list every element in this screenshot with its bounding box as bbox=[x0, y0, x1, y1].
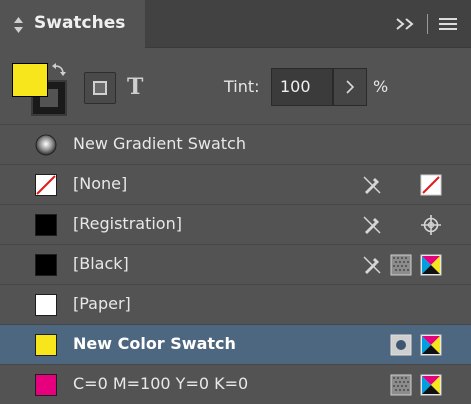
container-icon bbox=[93, 81, 107, 95]
swatch-label: [Paper] bbox=[73, 294, 131, 313]
tab-underline-mask bbox=[0, 47, 145, 48]
swatch-chip bbox=[35, 214, 57, 236]
swatch-row-selected[interactable]: New Color Swatch bbox=[0, 324, 471, 364]
swatch-label: C=0 M=100 Y=0 K=0 bbox=[73, 374, 249, 393]
tint-input[interactable]: 100 bbox=[271, 68, 333, 106]
swap-fill-stroke-icon[interactable] bbox=[52, 62, 68, 78]
formatting-affects-container-button[interactable] bbox=[84, 72, 116, 104]
swatch-label: [Black] bbox=[73, 254, 129, 273]
swatch-chip bbox=[35, 294, 57, 316]
swatch-row[interactable]: [Black] bbox=[0, 244, 471, 284]
panel-menu-icon[interactable] bbox=[437, 14, 459, 34]
no-edit-icon bbox=[363, 216, 381, 234]
swatch-row[interactable]: [Paper] bbox=[0, 284, 471, 324]
fill-swatch[interactable] bbox=[12, 63, 48, 97]
swatch-chip bbox=[35, 254, 57, 276]
header-divider bbox=[427, 14, 428, 34]
gradient-icon bbox=[35, 134, 57, 156]
swatch-label: New Color Swatch bbox=[73, 334, 236, 353]
swatch-chip bbox=[35, 374, 57, 396]
process-icon bbox=[390, 254, 412, 276]
swatch-row[interactable]: C=0 M=100 Y=0 K=0 bbox=[0, 364, 471, 404]
panel-title: Swatches bbox=[34, 13, 126, 33]
none-type-icon bbox=[420, 174, 442, 196]
tint-percent-label: % bbox=[373, 77, 389, 96]
no-edit-icon bbox=[363, 256, 381, 274]
none-swatch-chip bbox=[35, 174, 57, 196]
registration-icon bbox=[421, 215, 441, 235]
swatch-row[interactable]: [Registration] bbox=[0, 204, 471, 244]
double-chevron-icon[interactable] bbox=[394, 14, 416, 34]
cmyk-icon bbox=[420, 254, 442, 276]
cmyk-icon bbox=[420, 334, 442, 356]
swatch-list: New Gradient Swatch [None] [Registration… bbox=[0, 124, 471, 400]
panel-tab-bar: Swatches bbox=[0, 0, 471, 48]
swatch-chip bbox=[35, 334, 57, 356]
swatch-row[interactable]: New Gradient Swatch bbox=[0, 124, 471, 164]
tint-slider-button[interactable] bbox=[333, 68, 367, 106]
swatches-tab[interactable]: Swatches bbox=[0, 0, 145, 48]
cmyk-icon bbox=[420, 374, 442, 396]
swatch-label: New Gradient Swatch bbox=[73, 134, 246, 153]
swatch-label: [None] bbox=[73, 174, 128, 193]
swatch-label: [Registration] bbox=[73, 214, 182, 233]
process-icon bbox=[390, 374, 412, 396]
tint-label: Tint: bbox=[224, 77, 260, 96]
no-edit-icon bbox=[363, 176, 381, 194]
chevron-right-icon bbox=[346, 80, 355, 94]
collapse-arrows-icon[interactable] bbox=[14, 17, 23, 33]
swatch-row[interactable]: [None] bbox=[0, 164, 471, 204]
formatting-affects-text-icon[interactable]: T bbox=[127, 74, 143, 100]
spot-icon bbox=[390, 334, 412, 356]
